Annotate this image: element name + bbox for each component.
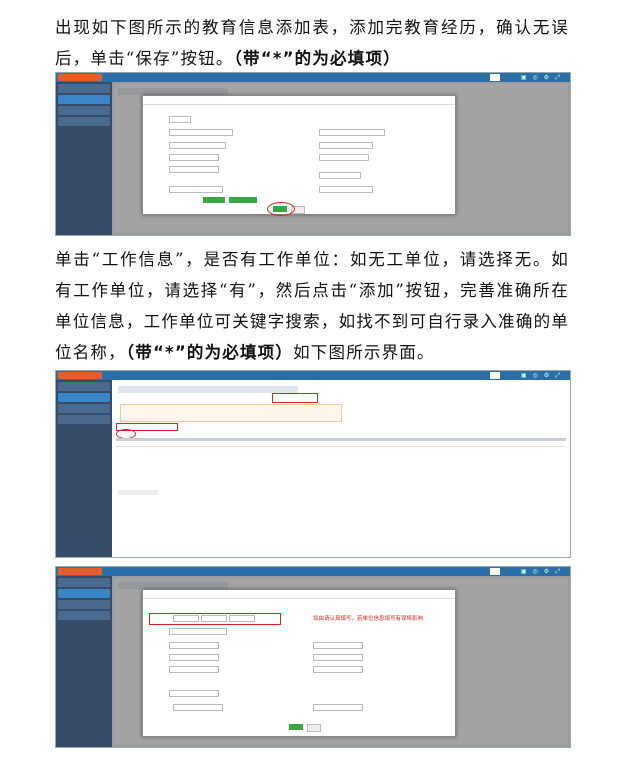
instruction-tail-2: 如下图所示界面。 bbox=[293, 343, 435, 362]
required-note-2: （带“*”的为必填项） bbox=[125, 343, 294, 362]
education-form-dialog bbox=[142, 95, 456, 216]
notice-box bbox=[120, 404, 342, 422]
save-button-highlight bbox=[267, 202, 295, 216]
instruction-paragraph-1: 出现如下图所示的教育信息添加表，添加完教育经历，确认无误后，单击“保存”按钮。（… bbox=[55, 12, 569, 74]
work-info-screenshot: ▣◎⚙⤢ bbox=[55, 370, 571, 558]
app-topbar: ▣◎⚙⤢ bbox=[56, 371, 570, 380]
toolbar-icons: ▣◎⚙⤢ bbox=[520, 569, 566, 575]
tab-strip bbox=[118, 386, 298, 393]
app-logo bbox=[58, 372, 102, 379]
add-button[interactable] bbox=[203, 197, 225, 203]
required-note-1: （带“*”的为必填项） bbox=[233, 49, 401, 68]
toolbar-icons: ▣◎⚙⤢ bbox=[520, 373, 566, 379]
education-dialog-screenshot: ▣◎⚙⤢ bbox=[55, 72, 571, 236]
toolbar-icons: ▣◎⚙⤢ bbox=[520, 75, 566, 81]
app-topbar: ▣◎⚙⤢ bbox=[56, 73, 570, 82]
app-topbar: ▣◎⚙⤢ bbox=[56, 567, 570, 576]
user-icon bbox=[490, 74, 500, 81]
unit-warning-text: 如由请认真填写，若单位信息填写有误将影响 bbox=[313, 616, 424, 622]
user-icon bbox=[490, 372, 500, 379]
sidebar bbox=[56, 576, 112, 747]
app-logo bbox=[58, 568, 102, 575]
dialog-header bbox=[143, 96, 455, 105]
page-status bbox=[118, 490, 158, 495]
upload-button[interactable] bbox=[229, 197, 257, 203]
save-button[interactable] bbox=[289, 724, 303, 730]
instruction-paragraph-2: 单击“工作信息”，是否有工作单位：如无工单位，请选择无。如有工作单位，请选择“有… bbox=[55, 244, 569, 368]
app-logo bbox=[58, 74, 102, 81]
main-panel bbox=[114, 382, 568, 555]
cancel-button[interactable] bbox=[307, 724, 321, 732]
work-unit-form-dialog: 如由请认真填写，若单位信息填写有误将影响 bbox=[142, 589, 456, 737]
user-icon bbox=[490, 568, 500, 575]
dialog-header bbox=[143, 590, 455, 599]
sidebar bbox=[56, 82, 112, 235]
work-unit-dialog-screenshot: ▣◎⚙⤢ 如由请认真填写，若单位信息填写有误将影响 bbox=[55, 566, 571, 748]
sidebar bbox=[56, 380, 112, 557]
work-info-tab-highlight bbox=[272, 393, 318, 403]
